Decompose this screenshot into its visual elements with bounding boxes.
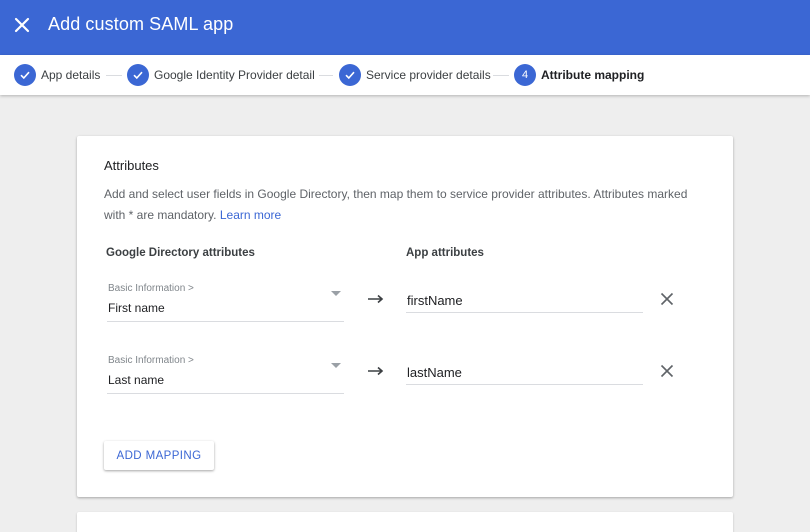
- step-app-details[interactable]: App details: [14, 64, 100, 86]
- learn-more-link[interactable]: Learn more: [220, 208, 281, 222]
- column-header-app: App attributes: [406, 247, 484, 259]
- step-attribute-mapping[interactable]: 4 Attribute mapping: [514, 64, 644, 86]
- directory-attribute-select[interactable]: Basic Information > First name: [107, 275, 344, 322]
- section-title: Attributes: [104, 158, 159, 173]
- add-mapping-button[interactable]: ADD MAPPING: [104, 441, 214, 470]
- attribute-value: First name: [108, 301, 165, 315]
- stepper: App details Google Identity Provider det…: [0, 55, 810, 95]
- step-connector: [319, 75, 333, 76]
- step-connector: [493, 75, 509, 76]
- dropdown-caret-icon: [331, 363, 341, 368]
- app-attribute-input[interactable]: [406, 283, 643, 313]
- close-icon[interactable]: [10, 13, 34, 37]
- directory-attribute-select[interactable]: Basic Information > Last name: [107, 347, 344, 394]
- step-label: Attribute mapping: [541, 68, 645, 82]
- step-connector: [106, 75, 122, 76]
- app-bar: Add custom SAML app: [0, 0, 810, 55]
- step-service-provider-details[interactable]: Service provider details: [339, 64, 491, 86]
- step-label: Google Identity Provider details: [154, 68, 314, 82]
- attribute-category: Basic Information >: [108, 283, 194, 294]
- column-header-directory: Google Directory attributes: [106, 247, 255, 259]
- delete-mapping-icon[interactable]: [659, 291, 675, 307]
- arrow-right-icon: [368, 366, 384, 376]
- page-title: Add custom SAML app: [48, 14, 234, 34]
- step-label: App details: [41, 68, 101, 82]
- step-google-idp-details[interactable]: Google Identity Provider details: [127, 64, 314, 86]
- attributes-card: Attributes Add and select user fields in…: [77, 136, 733, 497]
- step-number-badge: 4: [514, 64, 536, 86]
- app-attribute-input[interactable]: [406, 355, 643, 385]
- section-description: Add and select user fields in Google Dir…: [104, 187, 688, 222]
- arrow-right-icon: [368, 294, 384, 304]
- attribute-value: Last name: [108, 373, 165, 387]
- attribute-category: Basic Information >: [108, 355, 194, 366]
- check-icon: [14, 64, 36, 86]
- dropdown-caret-icon: [331, 291, 341, 296]
- check-icon: [127, 64, 149, 86]
- check-icon: [339, 64, 361, 86]
- step-label: Service provider details: [366, 68, 491, 82]
- next-card: [77, 512, 733, 532]
- delete-mapping-icon[interactable]: [659, 363, 675, 379]
